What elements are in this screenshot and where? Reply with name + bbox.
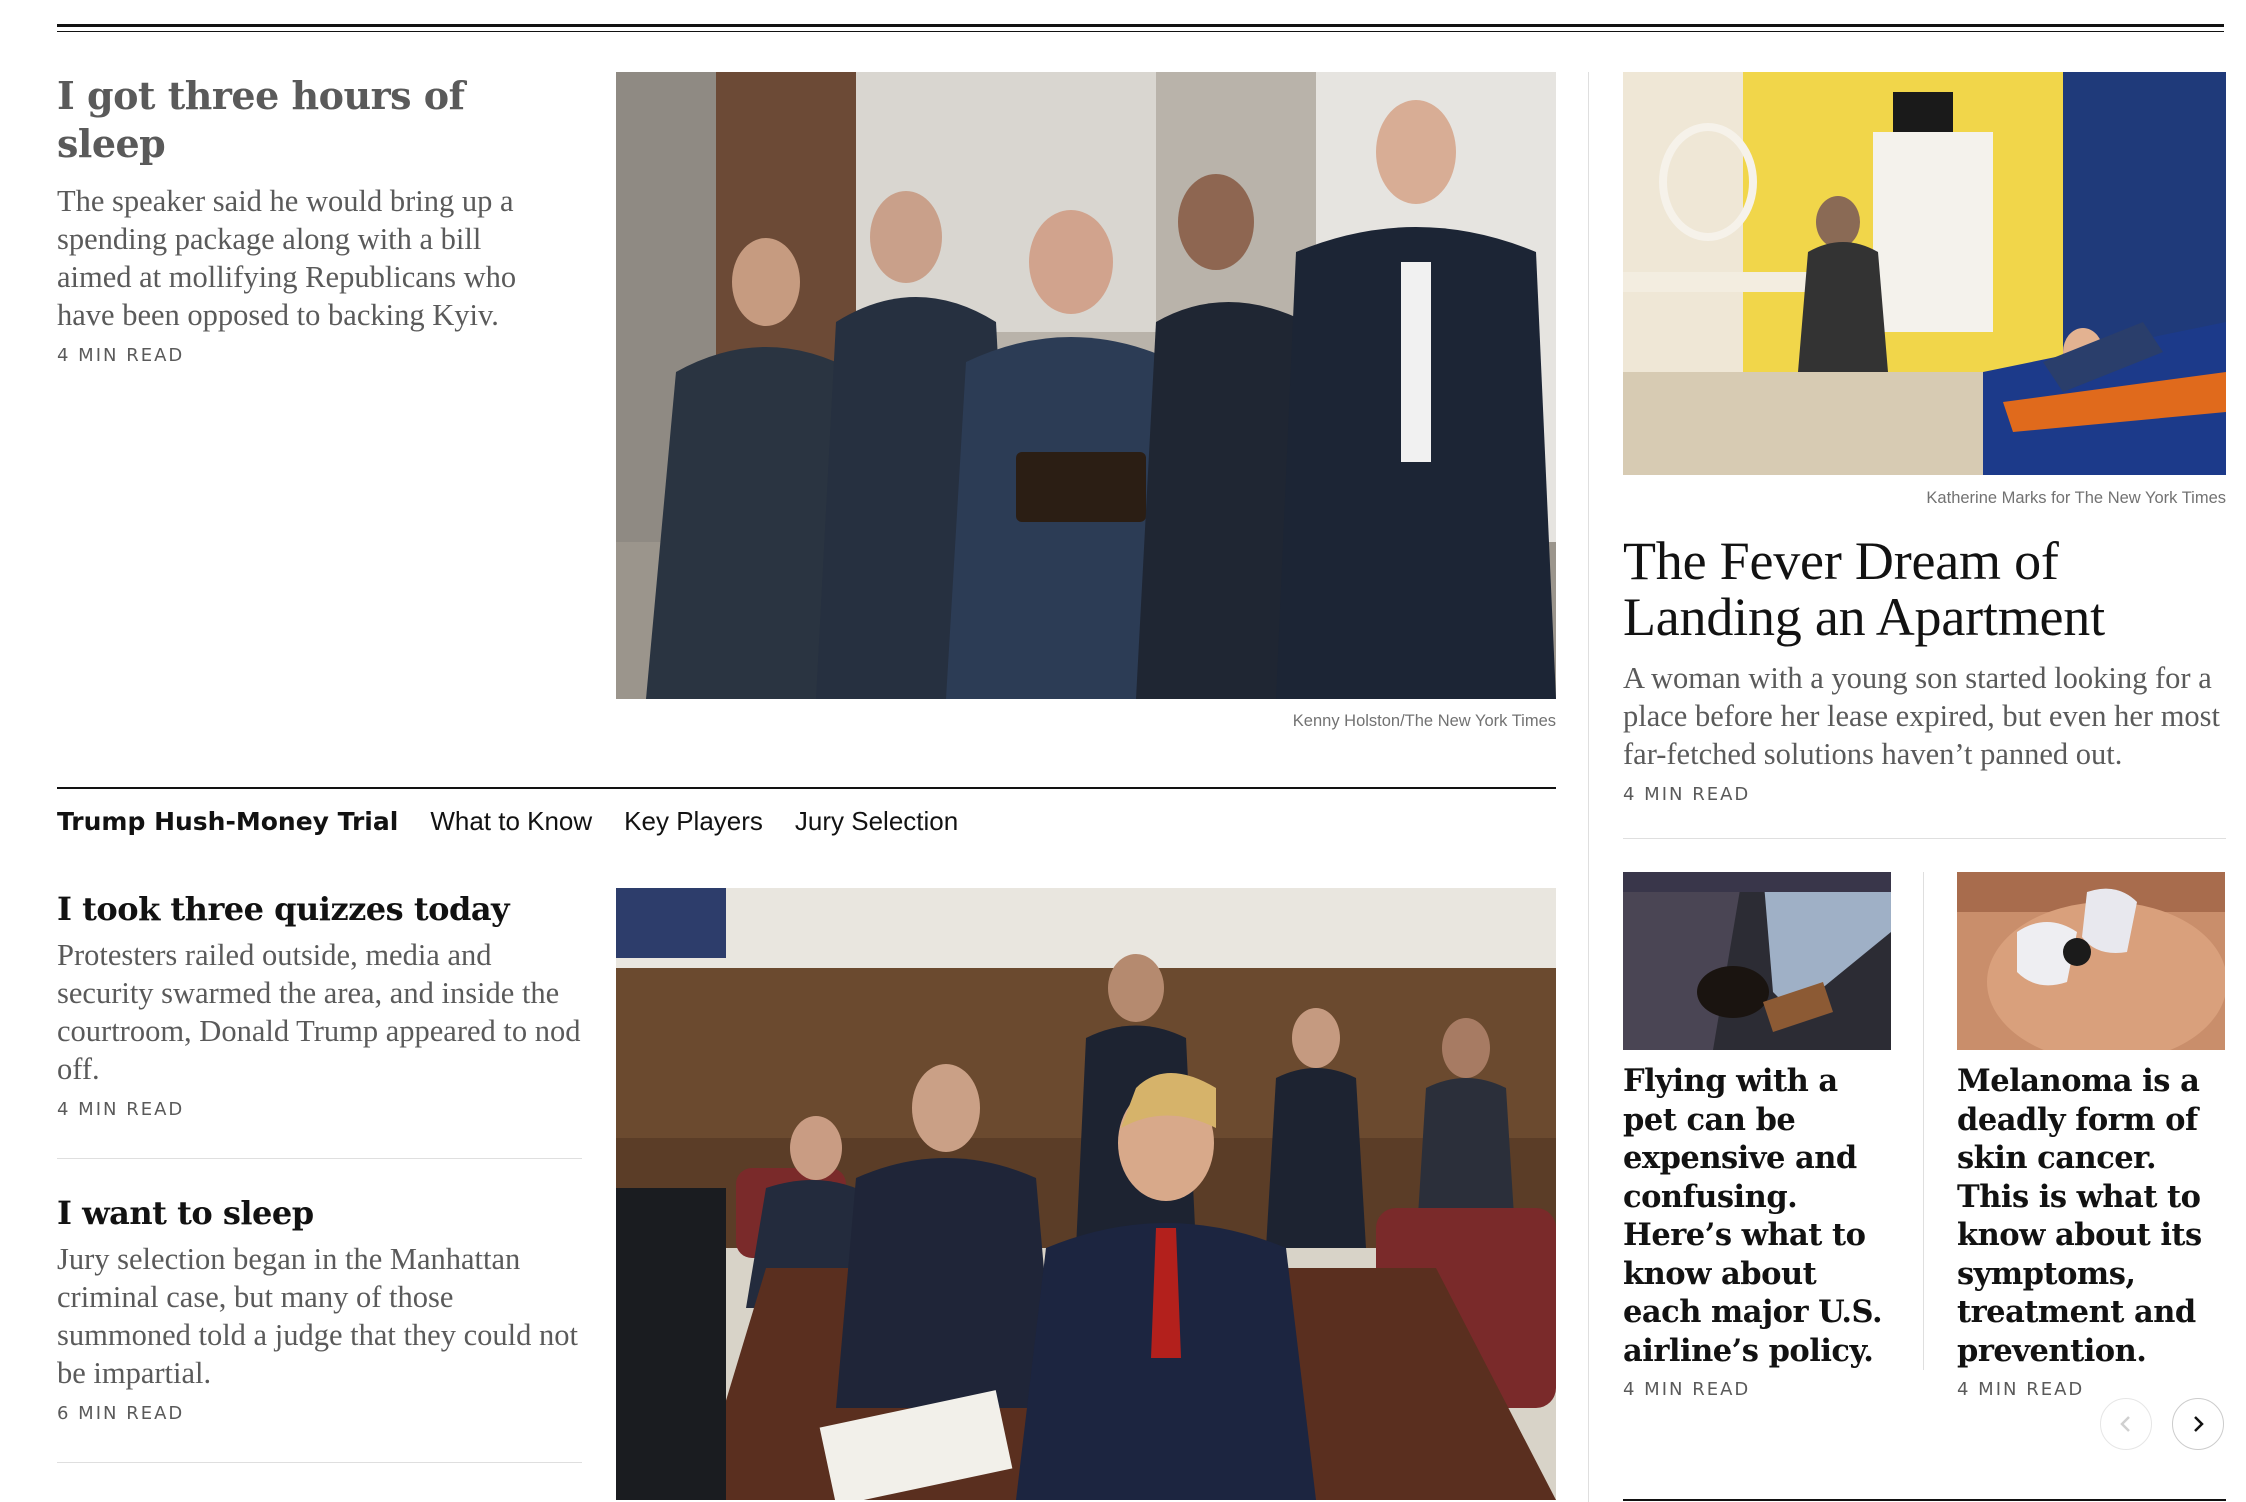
section-link-jury-selection[interactable]: Jury Selection bbox=[795, 806, 958, 837]
section-link-what-to-know[interactable]: What to Know bbox=[430, 806, 592, 837]
carousel-next-button[interactable] bbox=[2172, 1398, 2224, 1450]
story-headline[interactable]: I took three quizzes today bbox=[57, 888, 582, 930]
column-divider bbox=[1588, 72, 1589, 1502]
story-summary: Jury selection began in the Manhattan cr… bbox=[57, 1242, 578, 1390]
story-headline[interactable]: I want to sleep bbox=[57, 1192, 582, 1234]
feature-headline[interactable]: The Fever Dream of Landing an Apartment bbox=[1623, 533, 2226, 645]
masthead-rule-thin bbox=[57, 31, 2224, 32]
lead-summary: The speaker said he would bring up a spe… bbox=[57, 184, 517, 332]
carousel-bottom-rule bbox=[1623, 1499, 2226, 1501]
story-divider bbox=[57, 1462, 582, 1463]
carousel-headline[interactable]: Melanoma is a deadly form of skin cancer… bbox=[1957, 1062, 2225, 1370]
feature-photo-image bbox=[1623, 72, 2226, 475]
section-rule bbox=[57, 787, 1556, 789]
feature-photo[interactable] bbox=[1623, 72, 2226, 475]
courtroom-photo-image bbox=[616, 888, 1556, 1500]
section-nav: Trump Hush-Money Trial What to Know Key … bbox=[57, 806, 958, 837]
chevron-right-icon bbox=[2194, 1416, 2204, 1432]
story-card[interactable]: I want to sleep Jury selection began in … bbox=[57, 1192, 582, 1426]
carousel-headline[interactable]: Flying with a pet can be expensive and c… bbox=[1623, 1062, 1891, 1370]
carousel-card[interactable]: Melanoma is a deadly form of skin cancer… bbox=[1957, 872, 2225, 1402]
feature-summary: A woman with a young son started looking… bbox=[1623, 661, 2221, 771]
courtroom-photo[interactable] bbox=[616, 888, 1556, 1500]
carousel-prev-button[interactable] bbox=[2100, 1398, 2152, 1450]
feature-read-time: 4 MIN READ bbox=[1623, 784, 1751, 805]
section-link-key-players[interactable]: Key Players bbox=[624, 806, 763, 837]
story-read-time: 6 MIN READ bbox=[57, 1403, 185, 1424]
feature-photo-credit: Katherine Marks for The New York Times bbox=[1926, 489, 2226, 507]
lead-headline[interactable]: I got three hours of sleep bbox=[57, 72, 557, 168]
pet-carrier-photo bbox=[1623, 872, 1891, 1050]
carousel-card[interactable]: Flying with a pet can be expensive and c… bbox=[1623, 872, 1891, 1402]
story-divider bbox=[57, 1158, 582, 1159]
story-summary: Protesters railed outside, media and sec… bbox=[57, 938, 581, 1086]
chevron-left-icon bbox=[2120, 1416, 2130, 1432]
masthead-rule bbox=[57, 24, 2224, 27]
skin-exam-photo bbox=[1957, 872, 2225, 1050]
feature-divider bbox=[1623, 838, 2226, 839]
carousel-divider bbox=[1923, 872, 1924, 1370]
feature-story-text[interactable]: The Fever Dream of Landing an Apartment … bbox=[1623, 533, 2226, 807]
lead-photo[interactable] bbox=[616, 72, 1556, 699]
lead-read-time: 4 MIN READ bbox=[57, 345, 185, 366]
story-read-time: 4 MIN READ bbox=[57, 1099, 185, 1120]
lead-story-text[interactable]: I got three hours of sleep The speaker s… bbox=[57, 72, 557, 368]
lead-photo-credit: Kenny Holston/The New York Times bbox=[1292, 712, 1556, 730]
story-card[interactable]: I took three quizzes today Protesters ra… bbox=[57, 888, 582, 1122]
carousel-read-time: 4 MIN READ bbox=[1623, 1379, 1751, 1400]
lead-photo-image bbox=[616, 72, 1556, 699]
section-title-trump-trial[interactable]: Trump Hush-Money Trial bbox=[57, 807, 398, 836]
carousel-read-time: 4 MIN READ bbox=[1957, 1379, 2085, 1400]
